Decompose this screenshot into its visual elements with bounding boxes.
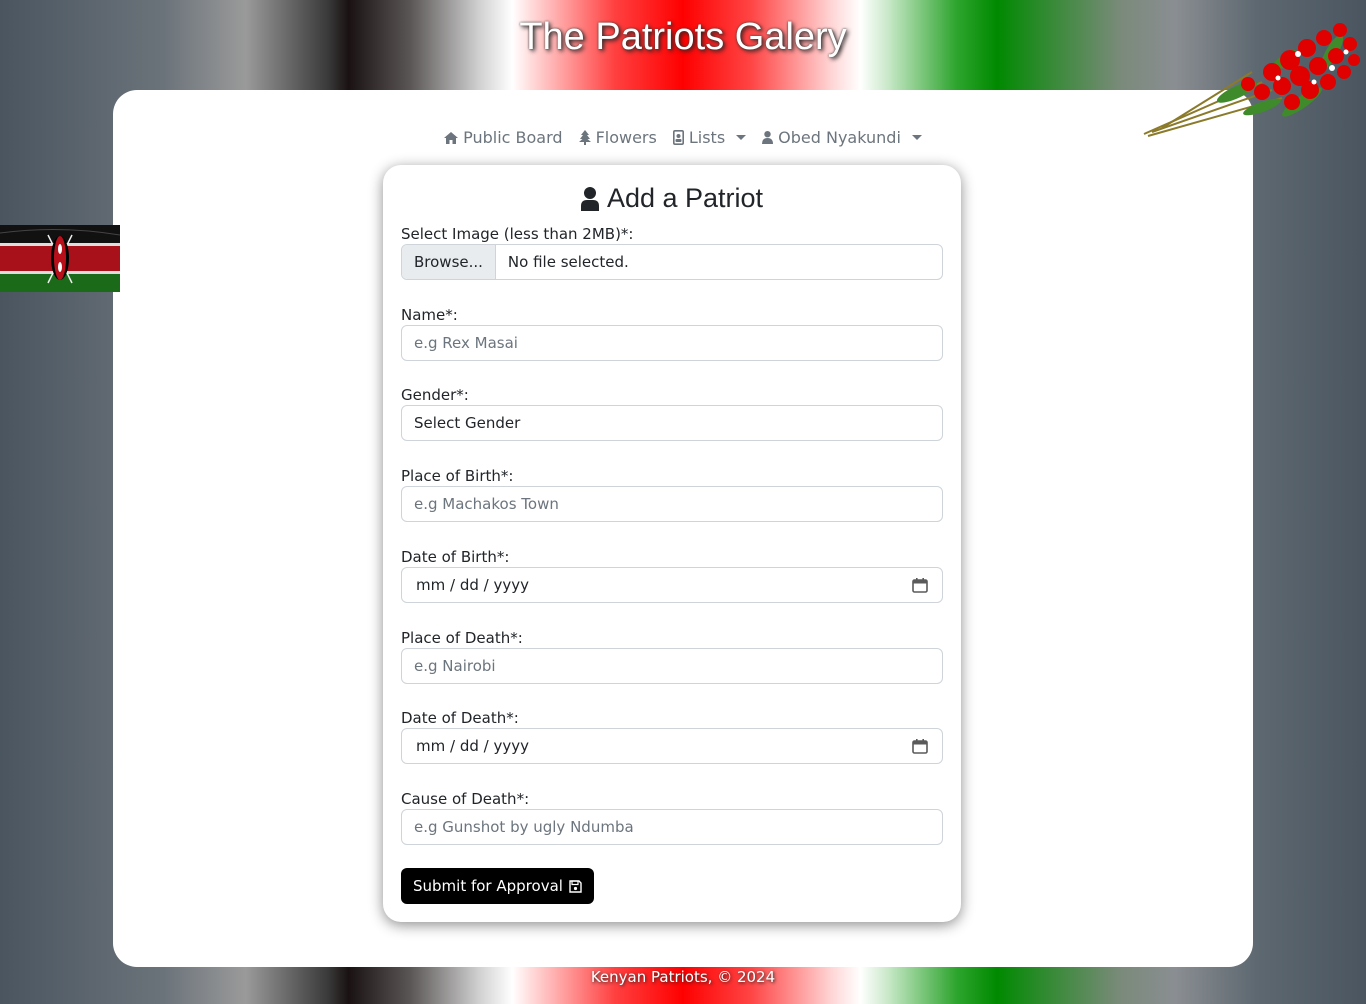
image-field-group: Select Image (less than 2MB)*: Browse...… [401, 224, 943, 280]
nav-lists-dropdown[interactable]: Lists [672, 128, 747, 147]
place-of-death-placeholder: e.g Nairobi [414, 657, 496, 675]
name-field-group: Name*: e.g Rex Masai [401, 305, 943, 361]
nav-user-dropdown[interactable]: Obed Nyakundi [762, 128, 922, 147]
image-file-input[interactable]: Browse... No file selected. [401, 244, 943, 280]
nav-user-label: Obed Nyakundi [778, 128, 901, 147]
user-icon [762, 131, 774, 144]
save-icon [569, 879, 582, 893]
cause-of-death-field-group: Cause of Death*: e.g Gunshot by ugly Ndu… [401, 789, 943, 845]
name-label: Name*: [401, 306, 458, 324]
name-placeholder: e.g Rex Masai [414, 334, 518, 352]
chevron-down-icon [736, 135, 747, 140]
date-of-death-input[interactable]: mm / dd / yyyy [401, 728, 943, 764]
place-of-birth-label: Place of Birth*: [401, 467, 514, 485]
user-icon [580, 186, 599, 211]
nav-flowers-label: Flowers [595, 128, 657, 147]
submit-for-approval-button[interactable]: Submit for Approval [401, 868, 594, 904]
calendar-icon[interactable] [912, 738, 928, 754]
tree-icon [578, 130, 591, 145]
date-of-birth-input[interactable]: mm / dd / yyyy [401, 567, 943, 603]
nav-public-board[interactable]: Public Board [444, 128, 563, 147]
form-heading: Add a Patriot [383, 183, 961, 214]
date-of-birth-label: Date of Birth*: [401, 548, 510, 566]
place-of-birth-field-group: Place of Birth*: e.g Machakos Town [401, 466, 943, 522]
date-of-birth-placeholder: mm / dd / yyyy [416, 576, 529, 594]
place-of-birth-placeholder: e.g Machakos Town [414, 495, 559, 513]
cause-of-death-input[interactable]: e.g Gunshot by ugly Ndumba [401, 809, 943, 845]
add-patriot-form: Add a Patriot Select Image (less than 2M… [383, 165, 961, 922]
image-label: Select Image (less than 2MB)*: [401, 225, 634, 243]
date-of-death-placeholder: mm / dd / yyyy [416, 737, 529, 755]
chevron-down-icon [911, 135, 922, 140]
form-title: Add a Patriot [606, 183, 764, 213]
home-icon [444, 131, 459, 144]
footer-text: Kenyan Patriots, © 2024 [590, 968, 776, 986]
cause-of-death-label: Cause of Death*: [401, 790, 530, 808]
date-of-birth-field-group: Date of Birth*: mm / dd / yyyy [401, 547, 943, 603]
cause-of-death-placeholder: e.g Gunshot by ugly Ndumba [414, 818, 634, 836]
date-of-death-field-group: Date of Death*: mm / dd / yyyy [401, 708, 943, 764]
date-of-death-label: Date of Death*: [401, 709, 519, 727]
gender-label: Gender*: [401, 386, 469, 404]
place-of-death-field-group: Place of Death*: e.g Nairobi [401, 628, 943, 684]
submit-label: Submit for Approval [413, 877, 563, 895]
place-of-death-input[interactable]: e.g Nairobi [401, 648, 943, 684]
nav-flowers[interactable]: Flowers [578, 128, 657, 147]
calendar-icon[interactable] [912, 577, 928, 593]
contact-card-icon [672, 130, 684, 145]
nav-public-board-label: Public Board [463, 128, 563, 147]
gender-field-group: Gender*: Select Gender [401, 385, 943, 441]
place-of-birth-input[interactable]: e.g Machakos Town [401, 486, 943, 522]
nav-lists-label: Lists [688, 128, 726, 147]
gender-selected-value: Select Gender [414, 414, 521, 432]
file-status: No file selected. [507, 253, 629, 271]
kenya-flag-image [0, 225, 120, 292]
browse-button[interactable]: Browse... [402, 245, 496, 279]
flower-bouquet-image [1143, 23, 1360, 137]
place-of-death-label: Place of Death*: [401, 629, 523, 647]
name-input[interactable]: e.g Rex Masai [401, 325, 943, 361]
gender-select[interactable]: Select Gender [401, 405, 943, 441]
